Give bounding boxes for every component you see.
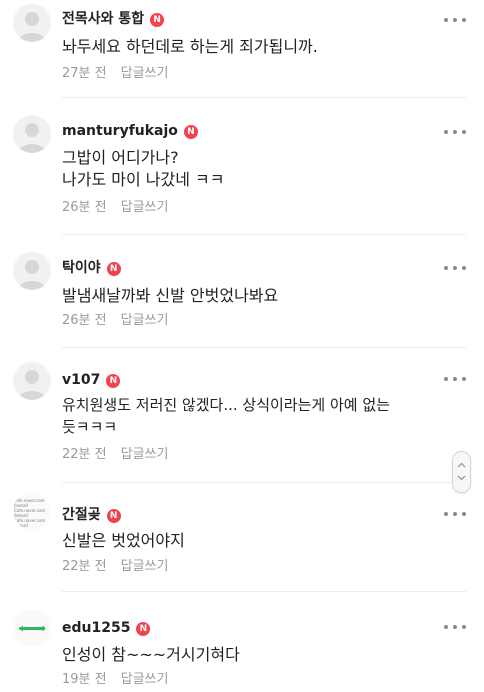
more-options-icon[interactable] — [444, 262, 466, 274]
comment-item: manturyfukajo N 그밥이 어디가나? 나가도 마이 나갔네 ㅋㅋ 2… — [0, 98, 484, 234]
reply-button[interactable]: 답글쓰기 — [121, 313, 169, 328]
cafe-logo-text: cafe.naver.com /lsesall Cafe.naver.com /… — [14, 498, 46, 528]
more-options-icon[interactable] — [444, 14, 466, 26]
comment-author[interactable]: v107 N — [62, 371, 121, 389]
reply-button[interactable]: 답글쓰기 — [121, 200, 169, 215]
default-avatar-icon[interactable] — [13, 362, 51, 400]
comment-time: 27분 전 — [62, 66, 107, 81]
comment-time: 22분 전 — [62, 559, 107, 574]
comment-time: 26분 전 — [62, 200, 107, 215]
reply-button[interactable]: 답글쓰기 — [121, 559, 169, 574]
author-name[interactable]: edu1255 — [62, 620, 130, 636]
more-options-icon[interactable] — [444, 126, 466, 138]
comment-author[interactable]: 전목사와 통합 N — [62, 10, 165, 28]
comment-author[interactable]: 탁이야 N — [62, 259, 121, 277]
comment-author[interactable]: manturyfukajo N — [62, 122, 198, 140]
author-name[interactable]: 간절곶 — [62, 507, 101, 523]
comment-time: 22분 전 — [62, 447, 107, 462]
new-badge-icon: N — [106, 374, 121, 388]
author-name[interactable]: 탁이야 — [62, 260, 101, 276]
new-badge-icon: N — [136, 622, 151, 636]
comment-text: 인성이 참~~~거시기혀다 — [62, 645, 240, 664]
new-badge-icon: N — [106, 262, 121, 276]
comment-meta: 22분 전 답글쓰기 — [62, 559, 168, 575]
scrollbar-handle[interactable] — [452, 451, 471, 493]
default-avatar-icon[interactable] — [13, 115, 51, 153]
comment-text: 유치원생도 저러진 않겠다... 상식이라는게 아예 없는 듯ㅋㅋㅋ — [62, 394, 466, 438]
default-avatar-icon[interactable] — [13, 4, 51, 42]
comment-item: 탁이야 N 발냄새날까봐 신발 안벗었나봐요 26분 전 답글쓰기 — [0, 235, 484, 347]
new-badge-icon: N — [183, 125, 198, 139]
comment-item: v107 N 유치원생도 저러진 않겠다... 상식이라는게 아예 없는 듯ㅋㅋㅋ… — [0, 348, 484, 482]
comment-meta: 22분 전 답글쓰기 — [62, 447, 168, 463]
comment-item: 전목사와 통합 N 놔두세요 하던데로 하는게 죄가됩니까. 27분 전 답글쓰기 — [0, 0, 484, 97]
more-options-icon[interactable] — [444, 373, 466, 385]
author-name[interactable]: 전목사와 통합 — [62, 11, 144, 27]
cafe-logo-avatar[interactable]: cafe.naver.com /lsesall Cafe.naver.com /… — [13, 492, 51, 530]
comment-text: 놔두세요 하던데로 하는게 죄가됩니까. — [62, 37, 318, 56]
comment-text-line: 듯ㅋㅋㅋ — [62, 418, 118, 436]
comment-author[interactable]: 간절곶 N — [62, 506, 121, 524]
default-avatar-icon[interactable] — [13, 252, 51, 290]
comment-time: 19분 전 — [62, 672, 107, 687]
comment-item: edu1255 N 인성이 참~~~거시기혀다 19분 전 답글쓰기 — [0, 592, 484, 692]
more-options-icon[interactable] — [444, 508, 466, 520]
comment-text-line: 그밥이 어디가나? — [62, 148, 179, 167]
reply-button[interactable]: 답글쓰기 — [121, 66, 169, 81]
comment-text: 그밥이 어디가나? 나가도 마이 나갔네 ㅋㅋ — [62, 147, 466, 191]
author-name[interactable]: manturyfukajo — [62, 123, 178, 139]
comment-text-line: 나가도 마이 나갔네 ㅋㅋ — [62, 170, 225, 189]
comment-time: 26분 전 — [62, 313, 107, 328]
reply-button[interactable]: 답글쓰기 — [121, 447, 169, 462]
comment-meta: 26분 전 답글쓰기 — [62, 200, 168, 216]
new-badge-icon: N — [150, 13, 165, 27]
more-options-icon[interactable] — [444, 621, 466, 633]
comment-meta: 26분 전 답글쓰기 — [62, 313, 168, 329]
comment-text-line: 유치원생도 저러진 않겠다... 상식이라는게 아예 없는 — [62, 396, 390, 414]
comment-item: cafe.naver.com /lsesall Cafe.naver.com /… — [0, 483, 484, 591]
green-link-avatar[interactable] — [13, 609, 51, 647]
comment-meta: 27분 전 답글쓰기 — [62, 66, 168, 82]
comment-meta: 19분 전 답글쓰기 — [62, 672, 168, 688]
comment-author[interactable]: edu1255 N — [62, 619, 151, 637]
author-name[interactable]: v107 — [62, 372, 100, 388]
reply-button[interactable]: 답글쓰기 — [121, 672, 169, 687]
chevron-up-icon — [457, 462, 466, 468]
comment-text: 발냄새날까봐 신발 안벗었나봐요 — [62, 286, 279, 305]
new-badge-icon: N — [106, 509, 121, 523]
comment-text: 신발은 벗었어야지 — [62, 531, 185, 550]
chevron-down-icon — [457, 475, 466, 481]
